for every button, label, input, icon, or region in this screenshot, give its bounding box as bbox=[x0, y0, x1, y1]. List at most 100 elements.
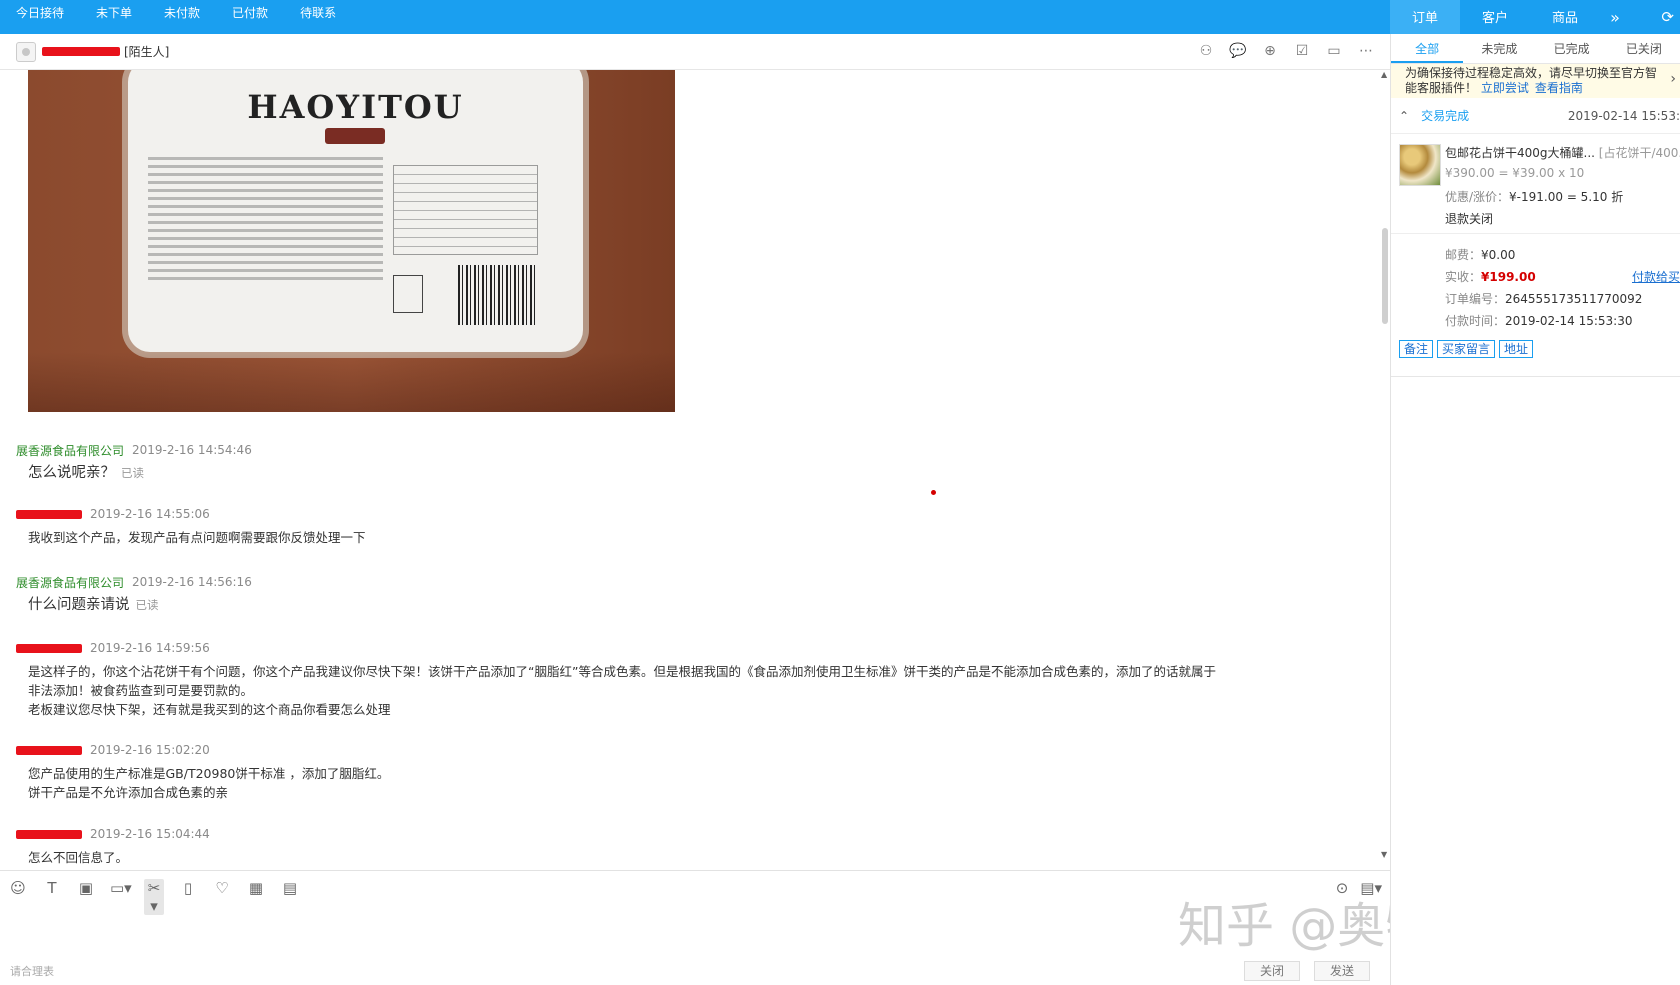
redacted-username bbox=[16, 509, 82, 519]
chat-message: 展香源食品有限公司 2019-2-16 14:56:16 什么问题亲请说 已读 bbox=[0, 574, 1240, 615]
redacted-username bbox=[16, 643, 82, 653]
stranger-tag: [陌生人] bbox=[124, 45, 170, 59]
message-text: 是这样子的，你这个沾花饼干有个问题，你这个产品我建议你尽快下架！该饼干产品添加了… bbox=[28, 664, 1216, 717]
tab-product[interactable]: 商品 bbox=[1530, 0, 1600, 34]
folder-icon[interactable]: ▭▾ bbox=[110, 879, 132, 915]
sender-name: 展香源食品有限公司 bbox=[16, 443, 125, 458]
paid-row: 实收：¥199.00 付款给买 bbox=[1445, 268, 1680, 290]
message-text: 怎么说呢亲？ bbox=[28, 465, 115, 481]
buyer-message-button[interactable]: 买家留言 bbox=[1437, 340, 1496, 358]
product-photo[interactable]: HAOYITOU bbox=[28, 70, 675, 412]
message-text: 我收到这个产品，发现产品有点问题啊需要跟你反馈处理一下 bbox=[28, 530, 366, 545]
clipboard-icon[interactable]: ▤ bbox=[280, 879, 300, 915]
subtab-closed[interactable]: 已关闭 bbox=[1608, 34, 1680, 63]
paid-value: ¥199.00 bbox=[1481, 270, 1536, 284]
scissors-icon[interactable]: ✂▾ bbox=[144, 879, 164, 915]
order-time: 2019-02-14 15:53: bbox=[1567, 108, 1680, 123]
guide-link[interactable]: 查看指南 bbox=[1535, 81, 1583, 95]
address-button[interactable]: 地址 bbox=[1499, 340, 1534, 358]
discount-label: 优惠/涨价： bbox=[1445, 190, 1510, 204]
close-notice-icon[interactable]: › bbox=[1670, 72, 1676, 87]
scroll-down-arrow[interactable]: ▼ bbox=[1381, 850, 1387, 859]
order-no-row: 订单编号：264555173511770092 bbox=[1445, 290, 1680, 312]
tab-order[interactable]: 订单 bbox=[1390, 0, 1460, 34]
read-status: 已读 bbox=[135, 598, 159, 612]
message-time: 2019-2-16 15:04:44 bbox=[90, 827, 210, 841]
vibrate-icon[interactable]: ▯ bbox=[178, 879, 198, 915]
shipping-row: 邮费：¥0.00 bbox=[1445, 246, 1680, 268]
message-text: 什么问题亲请说 bbox=[28, 597, 130, 613]
message-time: 2019-2-16 14:54:46 bbox=[132, 443, 252, 457]
right-tab-bar: 订单 客户 商品 » ⟳ bbox=[1390, 0, 1680, 34]
header-toolbar: ⚇ 💬 ⊕ ☑ ▭ ⋯ bbox=[1196, 43, 1376, 59]
redacted-username bbox=[42, 47, 120, 56]
chat-history[interactable]: HAOYITOU 展香源食品有限公司 2019-2-16 14:54:46 怎么说… bbox=[0, 70, 1380, 870]
subtab-complete[interactable]: 已完成 bbox=[1536, 34, 1608, 63]
message-time: 2019-2-16 14:56:16 bbox=[132, 575, 252, 589]
redacted-username bbox=[16, 829, 82, 839]
order-subtabs: 全部 未完成 已完成 已关闭 bbox=[1391, 34, 1680, 64]
top-tab-bar: 今日接待 未下单 未付款 已付款 待联系 bbox=[0, 0, 1390, 34]
calendar-check-icon[interactable]: ☑ bbox=[1292, 43, 1312, 59]
tab-paid[interactable]: 已付款 bbox=[216, 0, 284, 34]
message-time: 2019-2-16 15:02:20 bbox=[90, 743, 210, 757]
nutrition-table bbox=[393, 165, 538, 255]
product-thumbnail[interactable] bbox=[1399, 144, 1441, 186]
collapse-icon[interactable]: ⌃ bbox=[1399, 109, 1409, 123]
tab-today-reception[interactable]: 今日接待 bbox=[0, 0, 80, 34]
chat-scrollbar[interactable] bbox=[1382, 228, 1388, 324]
note-button[interactable]: 备注 bbox=[1399, 340, 1434, 358]
refund-status: 退款关闭 bbox=[1445, 212, 1494, 226]
pay-time-row: 付款时间：2019-02-14 15:53:30 bbox=[1445, 312, 1680, 334]
heart-icon[interactable]: ♡ bbox=[212, 879, 232, 915]
shipping-value: ¥0.00 bbox=[1481, 248, 1516, 262]
order-actions: 备注 买家留言 地址 bbox=[1399, 340, 1680, 358]
tab-unpaid[interactable]: 未付款 bbox=[148, 0, 216, 34]
redacted-username bbox=[16, 745, 82, 755]
pay-buyer-link[interactable]: 付款给买 bbox=[1632, 268, 1680, 285]
order-status-row[interactable]: ⌃ 交易完成 2019-02-14 15:53: bbox=[1391, 98, 1680, 134]
close-button[interactable]: 关闭 bbox=[1244, 961, 1300, 981]
tab-not-ordered[interactable]: 未下单 bbox=[80, 0, 148, 34]
product-package: HAOYITOU bbox=[128, 70, 583, 352]
sender-name: 展香源食品有限公司 bbox=[16, 575, 125, 590]
message-time: 2019-2-16 14:55:06 bbox=[90, 507, 210, 521]
transfer-icon[interactable]: ⚇ bbox=[1196, 43, 1216, 59]
product-brand: HAOYITOU bbox=[247, 88, 464, 126]
pay-time: 2019-02-14 15:53:30 bbox=[1505, 314, 1633, 328]
composer-hint: 请合理表 bbox=[10, 965, 54, 978]
order-status: 交易完成 bbox=[1421, 109, 1470, 123]
subtab-all[interactable]: 全部 bbox=[1391, 34, 1464, 63]
add-contact-icon[interactable]: ⊕ bbox=[1260, 43, 1280, 59]
tab-to-contact[interactable]: 待联系 bbox=[284, 0, 352, 34]
paid-label: 实收： bbox=[1445, 270, 1482, 284]
scroll-up-arrow[interactable]: ▲ bbox=[1381, 70, 1387, 79]
item-name[interactable]: 包邮花占饼干400g大桶罐... bbox=[1445, 146, 1595, 160]
subtab-incomplete[interactable]: 未完成 bbox=[1463, 34, 1535, 63]
avatar[interactable] bbox=[16, 41, 36, 62]
chat-message: 展香源食品有限公司 2019-2-16 14:54:46 怎么说呢亲？ 已读 bbox=[0, 442, 1240, 483]
emoji-icon[interactable]: ☺ bbox=[8, 879, 28, 915]
more-tabs-icon[interactable]: » bbox=[1600, 8, 1630, 27]
video-icon[interactable]: ▭ bbox=[1324, 43, 1344, 59]
more-icon[interactable]: ⋯ bbox=[1356, 43, 1376, 59]
chat-message: 2019-2-16 15:02:20 您产品使用的生产标准是GB/T20980饼… bbox=[0, 742, 1240, 802]
discount-value: ¥-191.00 = 5.10 折 bbox=[1509, 190, 1624, 204]
send-button[interactable]: 发送 bbox=[1314, 961, 1370, 981]
chat-message: 2019-2-16 14:55:06 我收到这个产品，发现产品有点问题啊需要跟你… bbox=[0, 506, 1240, 547]
red-dot bbox=[931, 490, 936, 495]
shipping-label: 邮费： bbox=[1445, 248, 1482, 262]
pay-time-label: 付款时间： bbox=[1445, 314, 1506, 328]
calculator-icon[interactable]: ▦ bbox=[246, 879, 266, 915]
order-no-label: 订单编号： bbox=[1445, 292, 1506, 306]
tab-customer[interactable]: 客户 bbox=[1460, 0, 1530, 34]
refresh-icon[interactable]: ⟳ bbox=[1661, 8, 1674, 26]
message-text: 怎么不回信息了。 bbox=[28, 850, 129, 865]
font-icon[interactable]: T bbox=[42, 879, 62, 915]
item-sku: [占花饼干/400... bbox=[1598, 146, 1680, 160]
item-price: ¥390.00 = ¥39.00 x 10 bbox=[1445, 166, 1585, 180]
try-now-link[interactable]: 立即尝试 bbox=[1481, 81, 1529, 95]
image-icon[interactable]: ▣ bbox=[76, 879, 96, 915]
chat-bubble-icon[interactable]: 💬 bbox=[1228, 43, 1248, 59]
message-text: 您产品使用的生产标准是GB/T20980饼干标准 ，添加了胭脂红。 饼干产品是不… bbox=[28, 766, 390, 800]
